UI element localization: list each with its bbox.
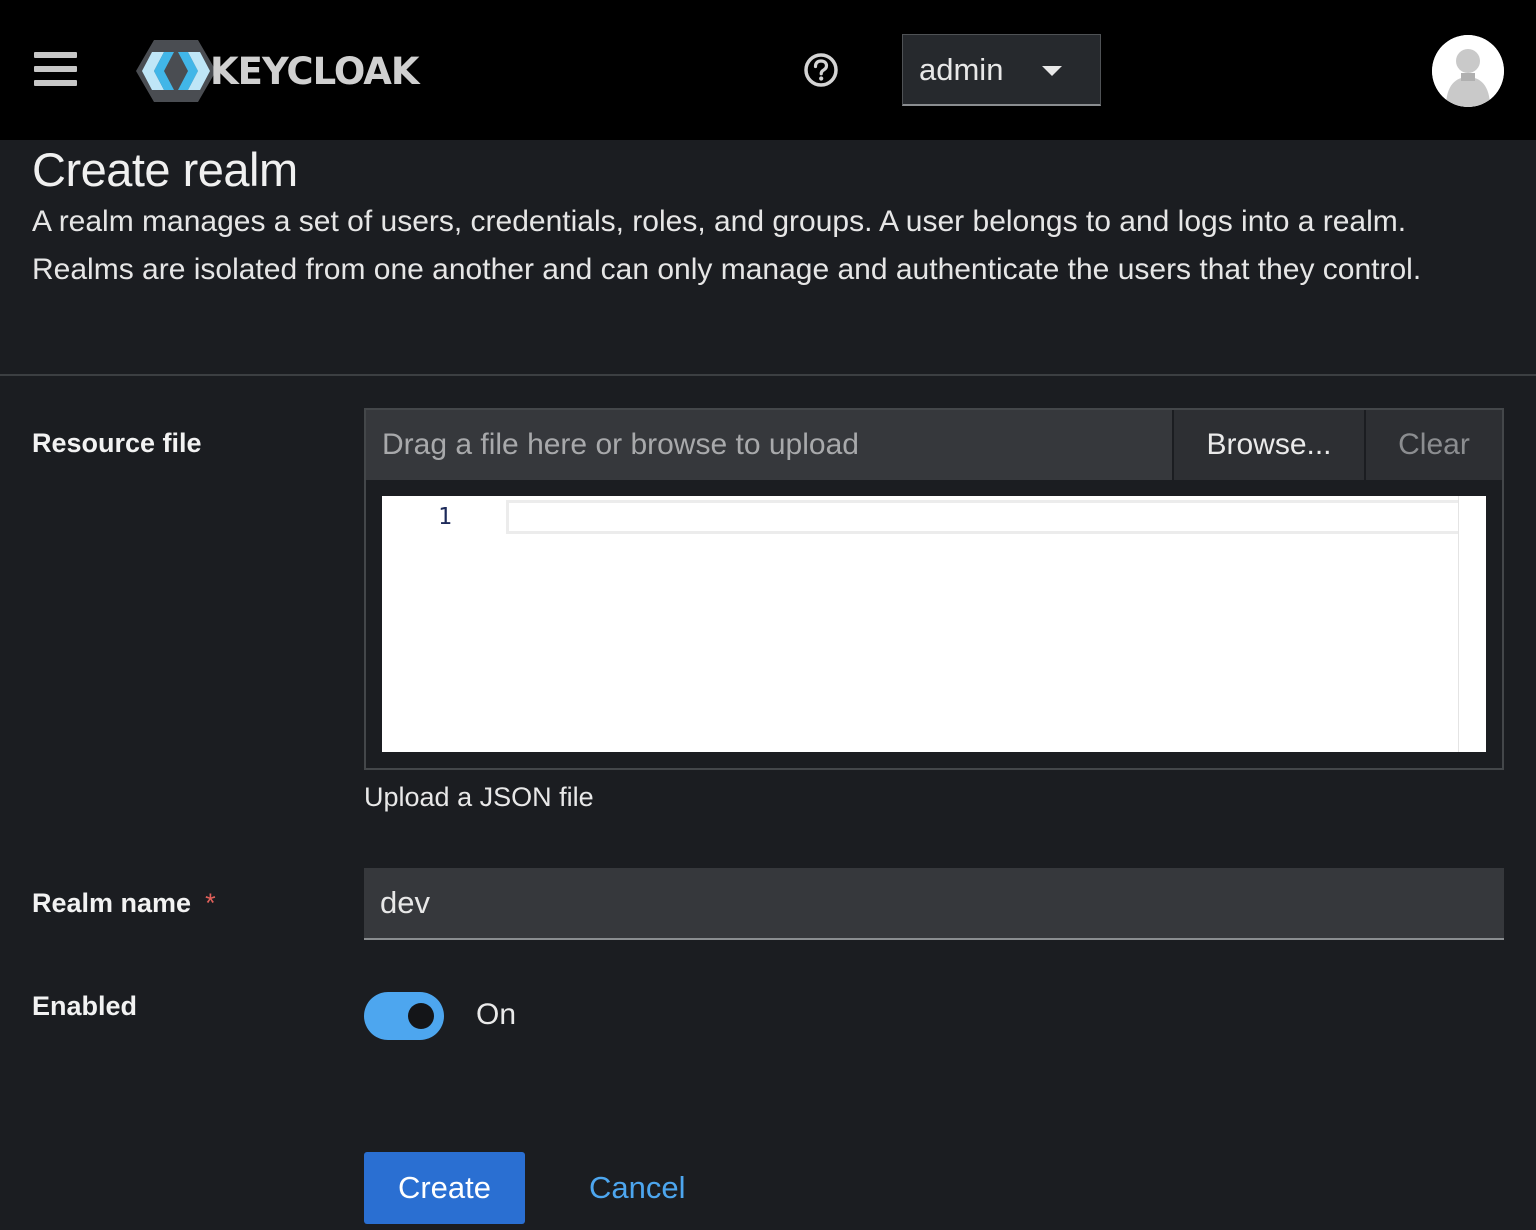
- realm-name-label: Realm name *: [32, 888, 216, 919]
- toggle-knob: [408, 1003, 434, 1029]
- page-description: A realm manages a set of users, credenti…: [32, 205, 1422, 286]
- required-marker: *: [205, 888, 216, 918]
- user-avatar-icon[interactable]: [1432, 35, 1504, 107]
- resource-file-helper-text: Upload a JSON file: [364, 782, 594, 812]
- caret-down-icon: [1042, 66, 1062, 76]
- keycloak-logo-icon: [136, 40, 216, 102]
- cancel-button[interactable]: Cancel: [589, 1152, 686, 1224]
- editor-line-number: 1: [438, 504, 452, 530]
- resource-file-label: Resource file: [32, 428, 202, 458]
- create-button[interactable]: Create: [364, 1152, 525, 1224]
- brand-text: KEYCLOAK: [210, 49, 420, 93]
- enabled-label: Enabled: [32, 991, 138, 1021]
- hamburger-menu-icon[interactable]: [34, 50, 78, 88]
- editor-scrollbar[interactable]: [1458, 496, 1486, 752]
- enabled-toggle[interactable]: [364, 992, 444, 1040]
- page-title: Create realm: [32, 143, 298, 196]
- keycloak-logo[interactable]: KEYCLOAK: [136, 38, 420, 104]
- file-upload-bar: Drag a file here or browse to upload Bro…: [366, 410, 1502, 480]
- realm-name-label-text: Realm name: [32, 888, 192, 918]
- file-upload-input[interactable]: Drag a file here or browse to upload: [366, 410, 1172, 480]
- browse-button[interactable]: Browse...: [1172, 410, 1364, 480]
- user-menu-dropdown[interactable]: admin: [902, 34, 1101, 106]
- user-menu-label: admin: [919, 51, 1004, 87]
- page-header: Create realm A realm manages a set of us…: [0, 140, 1536, 376]
- resource-file-upload[interactable]: Drag a file here or browse to upload Bro…: [364, 408, 1504, 770]
- clear-button[interactable]: Clear: [1364, 410, 1502, 480]
- masthead: KEYCLOAK admin: [0, 0, 1536, 140]
- realm-name-input[interactable]: dev: [364, 868, 1504, 940]
- json-code-editor[interactable]: 1: [382, 496, 1486, 752]
- editor-current-line[interactable]: [506, 500, 1460, 534]
- question-circle-icon[interactable]: [803, 52, 839, 88]
- enabled-toggle-state: On: [476, 998, 517, 1031]
